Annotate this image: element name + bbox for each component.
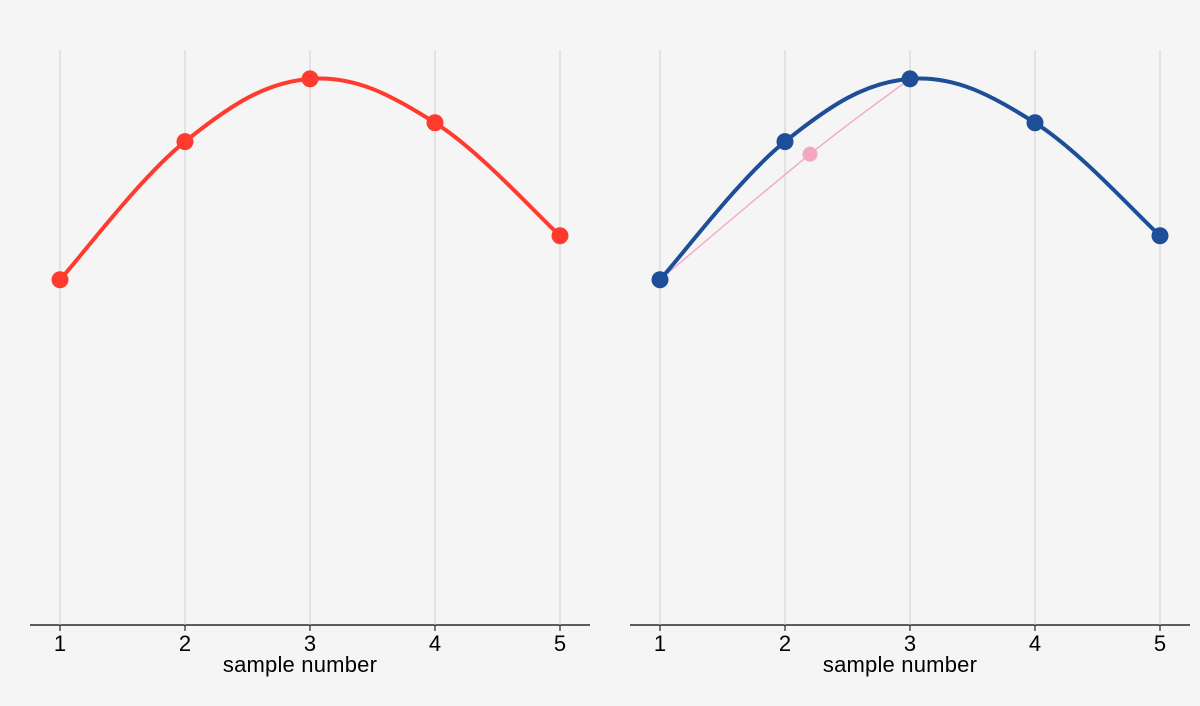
data-point (302, 70, 319, 87)
left-chart-svg: 12345 (0, 0, 600, 706)
data-point (552, 227, 569, 244)
data-point (1152, 227, 1169, 244)
chart-pair-container: 12345 sample number 12345 sample number (0, 0, 1200, 706)
data-point (777, 133, 794, 150)
right-chart-panel: 12345 sample number (600, 0, 1200, 706)
right-chart-svg: 12345 (600, 0, 1200, 706)
data-point (427, 114, 444, 131)
pink-point (803, 147, 818, 162)
left-chart-panel: 12345 sample number (0, 0, 600, 706)
right-xlabel: sample number (600, 652, 1200, 678)
data-point (177, 133, 194, 150)
data-point (902, 70, 919, 87)
data-point (1027, 114, 1044, 131)
data-point (52, 271, 69, 288)
left-xlabel: sample number (0, 652, 600, 678)
data-point (652, 271, 669, 288)
